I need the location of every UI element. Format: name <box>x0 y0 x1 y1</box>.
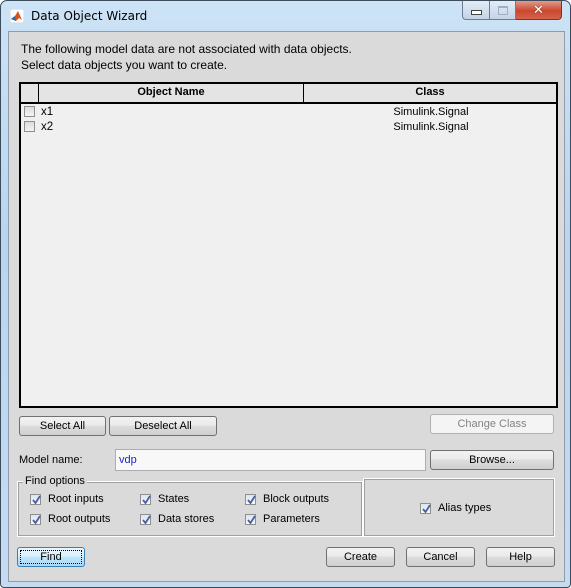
deselect-all-button[interactable]: Deselect All <box>109 416 217 436</box>
checkbox-checked-icon <box>140 513 151 525</box>
intro-line-1: The following model data are not associa… <box>21 42 352 56</box>
alias-types-label: Alias types <box>438 502 492 514</box>
find-options-title: Find options <box>23 475 87 487</box>
class-cell[interactable]: Simulink.Signal <box>306 106 556 118</box>
change-class-button[interactable]: Change Class <box>430 414 554 434</box>
intro-line-2: Select data objects you want to create. <box>21 58 228 72</box>
table-header: Object Name Class <box>21 84 556 104</box>
states-label: States <box>158 493 190 505</box>
table-row[interactable]: x1 Simulink.Signal <box>21 104 556 119</box>
intro-text: The following model data are not associa… <box>21 41 352 73</box>
checkbox-checked-icon <box>30 493 41 505</box>
find-button[interactable]: Find <box>17 547 85 567</box>
dialog-window: Data Object Wizard ✕ The following model… <box>0 0 571 588</box>
title-bar[interactable]: Data Object Wizard ✕ <box>1 1 570 31</box>
header-class[interactable]: Class <box>304 84 556 102</box>
find-options-group: Find options <box>17 475 363 537</box>
checkbox-checked-icon <box>140 493 151 505</box>
matlab-icon <box>10 9 24 23</box>
minimize-button[interactable] <box>462 1 490 20</box>
parameters-label: Parameters <box>263 513 320 525</box>
checkbox-checked-icon <box>30 513 41 525</box>
object-name-cell: x1 <box>41 105 54 118</box>
model-name-input[interactable]: vdp <box>115 449 426 471</box>
data-objects-table[interactable]: Object Name Class x1 Simulink.Signal x2 … <box>19 82 558 408</box>
header-object-name[interactable]: Object Name <box>39 84 304 102</box>
object-name-cell: x2 <box>41 120 54 133</box>
maximize-icon <box>497 5 508 15</box>
focus-ring <box>20 550 82 564</box>
row-checkbox[interactable] <box>24 121 35 132</box>
cancel-button[interactable]: Cancel <box>406 547 475 567</box>
checkbox-checked-icon <box>420 502 431 514</box>
root-inputs-label: Root inputs <box>48 493 104 505</box>
header-checkbox-column <box>21 84 39 102</box>
checkbox-checked-icon <box>245 513 256 525</box>
data-stores-label: Data stores <box>158 513 215 525</box>
checkbox-checked-icon <box>245 493 256 505</box>
class-cell[interactable]: Simulink.Signal <box>306 121 556 133</box>
data-stores-checkbox[interactable]: Data stores <box>140 513 214 525</box>
alias-types-checkbox[interactable]: Alias types <box>420 502 491 514</box>
help-button[interactable]: Help <box>486 547 555 567</box>
close-button[interactable]: ✕ <box>516 1 562 20</box>
root-outputs-checkbox[interactable]: Root outputs <box>30 513 110 525</box>
create-button[interactable]: Create <box>326 547 395 567</box>
minimize-icon <box>470 10 482 15</box>
maximize-button[interactable] <box>490 1 516 20</box>
states-checkbox[interactable]: States <box>140 493 189 505</box>
root-outputs-label: Root outputs <box>48 513 111 525</box>
row-checkbox[interactable] <box>24 106 35 117</box>
model-name-label: Model name: <box>19 454 83 466</box>
close-icon: ✕ <box>533 2 544 18</box>
table-row[interactable]: x2 Simulink.Signal <box>21 119 556 134</box>
browse-button[interactable]: Browse... <box>430 450 554 470</box>
select-all-button[interactable]: Select All <box>19 416 106 436</box>
window-title: Data Object Wizard <box>31 9 148 23</box>
block-outputs-checkbox[interactable]: Block outputs <box>245 493 329 505</box>
parameters-checkbox[interactable]: Parameters <box>245 513 320 525</box>
dialog-body: The following model data are not associa… <box>8 31 565 582</box>
root-inputs-checkbox[interactable]: Root inputs <box>30 493 104 505</box>
block-outputs-label: Block outputs <box>263 493 330 505</box>
